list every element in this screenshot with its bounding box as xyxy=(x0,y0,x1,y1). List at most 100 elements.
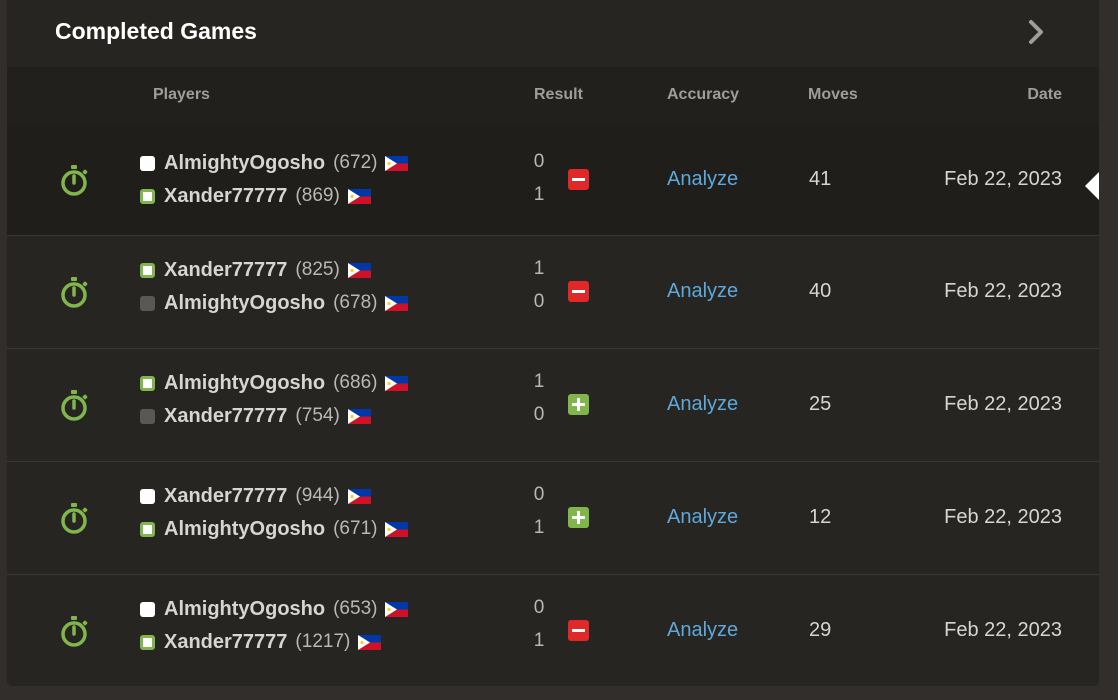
player-username[interactable]: Xander77777 xyxy=(164,185,287,208)
column-header-players[interactable]: Players xyxy=(153,86,210,104)
player-username[interactable]: AlmightyOgosho xyxy=(164,152,325,175)
philippines-flag-icon xyxy=(347,262,371,278)
table-row[interactable]: AlmightyOgosho (653) Xander77777 (1217) … xyxy=(7,574,1099,686)
table-row[interactable]: AlmightyOgosho (686) Xander77777 (754) 1… xyxy=(7,348,1099,461)
player-username[interactable]: Xander77777 xyxy=(164,631,287,654)
column-header-result[interactable]: Result xyxy=(534,86,583,104)
game-date: Feb 22, 2023 xyxy=(944,619,1062,641)
table-row[interactable]: AlmightyOgosho (672) Xander77777 (869) 0… xyxy=(7,124,1099,235)
moves-count: 29 xyxy=(809,619,832,641)
piece-color-indicator xyxy=(140,188,155,204)
player-rating: (944) xyxy=(295,485,340,506)
moves-count: 40 xyxy=(809,280,832,302)
score-bottom: 1 xyxy=(533,517,545,538)
games-table: Players Result Accuracy Moves Date Almig… xyxy=(7,67,1099,686)
piece-color-indicator xyxy=(140,155,155,171)
selected-row-indicator xyxy=(1085,172,1099,200)
column-header-moves[interactable]: Moves xyxy=(808,86,858,104)
player-rating: (754) xyxy=(295,405,340,426)
player-username[interactable]: AlmightyOgosho xyxy=(164,518,325,541)
stopwatch-icon xyxy=(61,503,88,534)
player-top: Xander77777 (825) xyxy=(140,258,371,282)
player-bottom: Xander77777 (754) xyxy=(140,404,371,428)
philippines-flag-icon xyxy=(385,375,409,391)
score-bottom: 0 xyxy=(533,404,545,425)
game-date: Feb 22, 2023 xyxy=(944,393,1062,415)
player-rating: (653) xyxy=(333,598,378,619)
player-username[interactable]: AlmightyOgosho xyxy=(164,598,325,621)
player-top: AlmightyOgosho (672) xyxy=(140,151,409,175)
table-body: AlmightyOgosho (672) Xander77777 (869) 0… xyxy=(7,124,1099,686)
analyze-link[interactable]: Analyze xyxy=(667,280,738,303)
player-rating: (672) xyxy=(333,152,378,173)
player-bottom: Xander77777 (869) xyxy=(140,184,371,208)
stopwatch-icon xyxy=(61,390,88,421)
player-rating: (686) xyxy=(333,372,378,393)
player-username[interactable]: Xander77777 xyxy=(164,259,287,282)
table-row[interactable]: Xander77777 (944) AlmightyOgosho (671) 0… xyxy=(7,461,1099,574)
completed-games-panel: Completed Games Players Result Accuracy … xyxy=(7,0,1099,686)
score-top: 1 xyxy=(533,258,545,279)
stopwatch-icon xyxy=(61,277,88,308)
player-rating: (671) xyxy=(333,518,378,539)
panel-header: Completed Games xyxy=(7,0,1099,67)
moves-count: 12 xyxy=(809,506,832,528)
player-username[interactable]: AlmightyOgosho xyxy=(164,372,325,395)
philippines-flag-icon xyxy=(385,155,409,171)
score-bottom: 1 xyxy=(533,184,545,205)
player-bottom: AlmightyOgosho (678) xyxy=(140,291,409,315)
score-top: 0 xyxy=(533,597,545,618)
score-top: 1 xyxy=(533,371,545,392)
philippines-flag-icon xyxy=(385,601,409,617)
player-rating: (678) xyxy=(333,292,378,313)
stopwatch-icon xyxy=(61,616,88,647)
column-header-accuracy[interactable]: Accuracy xyxy=(667,86,739,104)
player-username[interactable]: AlmightyOgosho xyxy=(164,292,325,315)
column-header-date[interactable]: Date xyxy=(1027,86,1062,104)
score-bottom: 1 xyxy=(533,630,545,651)
analyze-link[interactable]: Analyze xyxy=(667,168,738,191)
piece-color-indicator xyxy=(140,262,155,278)
player-rating: (869) xyxy=(295,185,340,206)
stopwatch-icon xyxy=(61,165,88,196)
player-username[interactable]: Xander77777 xyxy=(164,405,287,428)
philippines-flag-icon xyxy=(385,295,409,311)
game-date: Feb 22, 2023 xyxy=(944,506,1062,528)
philippines-flag-icon xyxy=(358,634,382,650)
chevron-right-icon[interactable] xyxy=(1024,18,1048,46)
game-date: Feb 22, 2023 xyxy=(944,168,1062,190)
player-username[interactable]: Xander77777 xyxy=(164,485,287,508)
philippines-flag-icon xyxy=(385,521,409,537)
philippines-flag-icon xyxy=(347,188,371,204)
player-bottom: Xander77777 (1217) xyxy=(140,630,382,654)
piece-color-indicator xyxy=(140,295,155,311)
loss-minus-icon xyxy=(568,281,589,302)
piece-color-indicator xyxy=(140,375,155,391)
loss-minus-icon xyxy=(568,620,589,641)
analyze-link[interactable]: Analyze xyxy=(667,619,738,642)
analyze-link[interactable]: Analyze xyxy=(667,506,738,529)
score-top: 0 xyxy=(533,484,545,505)
moves-count: 25 xyxy=(809,393,832,415)
piece-color-indicator xyxy=(140,601,155,617)
analyze-link[interactable]: Analyze xyxy=(667,393,738,416)
win-plus-icon xyxy=(568,394,589,415)
philippines-flag-icon xyxy=(347,408,371,424)
piece-color-indicator xyxy=(140,408,155,424)
player-top: AlmightyOgosho (686) xyxy=(140,371,409,395)
moves-count: 41 xyxy=(809,168,832,190)
table-row[interactable]: Xander77777 (825) AlmightyOgosho (678) 1… xyxy=(7,235,1099,348)
player-top: Xander77777 (944) xyxy=(140,484,371,508)
player-rating: (1217) xyxy=(295,631,351,652)
loss-minus-icon xyxy=(568,169,589,190)
piece-color-indicator xyxy=(140,634,155,650)
win-plus-icon xyxy=(568,507,589,528)
player-bottom: AlmightyOgosho (671) xyxy=(140,517,409,541)
score-top: 0 xyxy=(533,151,545,172)
player-rating: (825) xyxy=(295,259,340,280)
piece-color-indicator xyxy=(140,488,155,504)
game-date: Feb 22, 2023 xyxy=(944,280,1062,302)
score-bottom: 0 xyxy=(533,291,545,312)
panel-title: Completed Games xyxy=(55,18,257,44)
piece-color-indicator xyxy=(140,521,155,537)
